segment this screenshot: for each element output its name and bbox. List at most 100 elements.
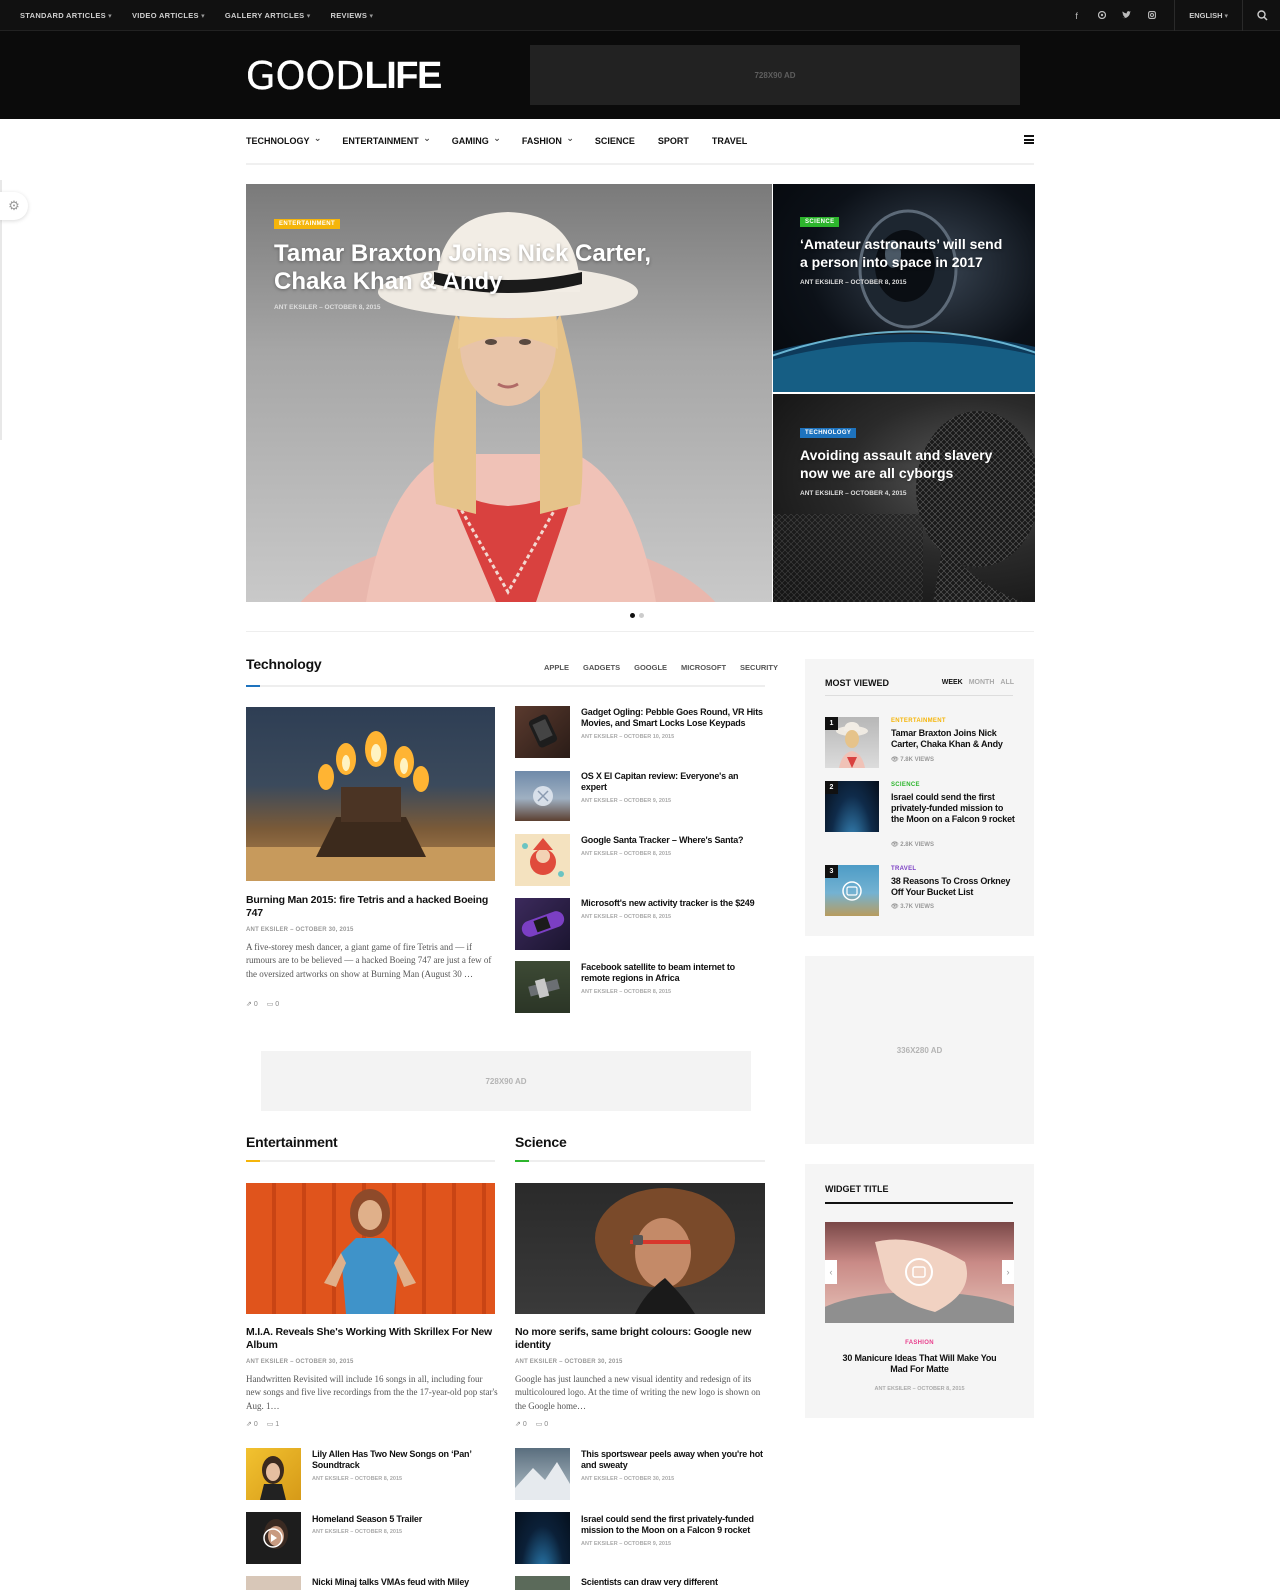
tech-list-title-4[interactable]: Microsoft's new activity tracker is the … (581, 898, 766, 909)
tech-list-thumb-1[interactable] (515, 706, 570, 758)
widget-slider-image[interactable]: ‹ › (825, 1222, 1014, 1323)
top-menu-video-articles[interactable]: VIDEO ARTICLES (132, 11, 205, 20)
science-featured-image[interactable] (515, 1183, 765, 1314)
most-viewed-cat-2[interactable]: SCIENCE (891, 782, 920, 788)
hero-side2-title[interactable]: Avoiding assault and slavery now we are … (800, 447, 1015, 482)
tab-apple[interactable]: APPLE (544, 663, 569, 672)
top-menu-gallery-articles[interactable]: GALLERY ARTICLES (225, 11, 311, 20)
header-ad[interactable]: 728X90 AD (530, 45, 1020, 105)
tab-month[interactable]: MONTH (969, 679, 995, 686)
most-viewed-cat-3[interactable]: TRAVEL (891, 866, 916, 872)
ent-list-title-2[interactable]: Homeland Season 5 Trailer (312, 1514, 492, 1525)
burning-man-image[interactable] (246, 707, 495, 881)
widget-post-title[interactable]: 30 Manicure Ideas That Will Make You Mad… (833, 1353, 1006, 1375)
most-viewed-title-2[interactable]: Israel could send the first privately-fu… (891, 792, 1017, 825)
ent-list-thumb-1[interactable] (246, 1448, 301, 1500)
logo-bold-part: LIFE (364, 54, 443, 97)
tech-list-title-3[interactable]: Google Santa Tracker – Where's Santa? (581, 835, 766, 846)
share-count[interactable]: ⇗ 0 (246, 1420, 258, 1428)
ent-list-title-1[interactable]: Lily Allen Has Two New Songs on ‘Pan’ So… (312, 1449, 492, 1471)
slider-dot-1[interactable] (630, 613, 635, 618)
widget-post-cat[interactable]: FASHION (805, 1340, 1034, 1346)
tab-all[interactable]: ALL (1000, 679, 1014, 686)
sci-list-title-2[interactable]: Israel could send the first privately-fu… (581, 1514, 766, 1536)
slider-dot-2[interactable] (639, 613, 644, 618)
hero-side1-title[interactable]: ‘Amateur astronauts’ will send a person … (800, 236, 1010, 271)
slider-prev-arrow[interactable]: ‹ (825, 1260, 837, 1284)
tab-week[interactable]: WEEK (942, 679, 963, 686)
nav-item-technology[interactable]: TECHNOLOGY (246, 136, 319, 147)
hero-side-slide-2[interactable]: TECHNOLOGY Avoiding assault and slavery … (773, 394, 1035, 602)
hero-main-title[interactable]: Tamar Braxton Joins Nick Carter, Chaka K… (274, 240, 694, 296)
sidebar-ad[interactable]: 336X280 AD (805, 956, 1034, 1144)
most-viewed-title-3[interactable]: 38 Reasons To Cross Orkney Off Your Buck… (891, 876, 1017, 898)
most-viewed-cat-1[interactable]: ENTERTAINMENT (891, 718, 946, 724)
sci-list-title-1[interactable]: This sportswear peels away when you're h… (581, 1449, 766, 1471)
tech-list-thumb-3[interactable] (515, 834, 570, 886)
sci-list-meta-1: ANT EKSILER – OCTOBER 30, 2015 (581, 1476, 675, 1482)
share-count[interactable]: ⇗ 0 (246, 1000, 258, 1008)
ent-list-thumb-2[interactable] (246, 1512, 301, 1564)
tech-list-thumb-5[interactable] (515, 961, 570, 1013)
tech-list-title-1[interactable]: Gadget Ogling: Pebble Goes Round, VR Hit… (581, 707, 766, 729)
entertainment-section-title[interactable]: Entertainment (246, 1134, 338, 1150)
instagram-icon[interactable] (1147, 10, 1156, 21)
category-tag[interactable]: TECHNOLOGY (800, 428, 857, 438)
nav-item-gaming[interactable]: GAMING (452, 136, 499, 147)
sci-list-thumb-1[interactable] (515, 1448, 570, 1500)
category-tag[interactable]: SCIENCE (800, 217, 840, 227)
comment-count[interactable]: ▭ 1 (267, 1420, 279, 1428)
sci-list-thumb-2[interactable] (515, 1512, 570, 1564)
tech-list-title-5[interactable]: Facebook satellite to beam internet to r… (581, 962, 766, 984)
tech-list-title-2[interactable]: OS X El Capitan review: Everyone's an ex… (581, 771, 766, 793)
sci-list-thumb-3[interactable] (515, 1576, 570, 1590)
top-menu-reviews[interactable]: REVIEWS (331, 11, 374, 20)
nav-item-sport[interactable]: SPORT (658, 136, 689, 146)
hero-main-meta: ANT EKSILER – OCTOBER 8, 2015 (274, 304, 381, 311)
nav-item-fashion[interactable]: FASHION (522, 136, 572, 147)
search-button[interactable] (1242, 0, 1280, 31)
nav-item-science[interactable]: SCIENCE (595, 136, 635, 146)
most-viewed-thumb-1[interactable]: 1 (825, 717, 879, 768)
sci-featured-title[interactable]: No more serifs, same bright colours: Goo… (515, 1326, 765, 1352)
language-selector[interactable]: ENGLISH (1174, 0, 1242, 31)
slider-next-arrow[interactable]: › (1002, 1260, 1014, 1284)
inline-ad[interactable]: 728X90 AD (261, 1051, 751, 1111)
tech-list-meta-4: ANT EKSILER – OCTOBER 8, 2015 (581, 914, 672, 920)
most-viewed-thumb-2[interactable]: 2 (825, 781, 879, 832)
science-section-title[interactable]: Science (515, 1134, 567, 1150)
share-count[interactable]: ⇗ 0 (515, 1420, 527, 1428)
site-logo[interactable]: GOOD LIFE (246, 54, 443, 98)
settings-gear-icon[interactable]: ⚙ (0, 192, 28, 220)
nav-item-entertainment[interactable]: ENTERTAINMENT (342, 136, 428, 147)
views-value: 7.8K VIEWS (900, 757, 934, 763)
share-icon: ⇗ (246, 1001, 254, 1008)
hero-side-slide-1[interactable]: SCIENCE ‘Amateur astronauts’ will send a… (773, 184, 1035, 392)
category-tag[interactable]: ENTERTAINMENT (274, 219, 341, 229)
nav-item-travel[interactable]: TRAVEL (712, 136, 747, 146)
ent-list-thumb-3[interactable] (246, 1576, 301, 1590)
sci-list-title-3[interactable]: Scientists can draw very different (581, 1577, 766, 1590)
tab-security[interactable]: SECURITY (740, 663, 778, 672)
hamburger-menu-icon[interactable] (1024, 135, 1034, 144)
comment-count[interactable]: ▭ 0 (267, 1000, 279, 1008)
tech-featured-title[interactable]: Burning Man 2015: fire Tetris and a hack… (246, 894, 495, 920)
twitter-icon[interactable] (1122, 10, 1132, 21)
most-viewed-thumb-3[interactable]: 3 (825, 865, 879, 916)
top-menu-standard-articles[interactable]: STANDARD ARTICLES (20, 11, 112, 20)
tab-microsoft[interactable]: MICROSOFT (681, 663, 726, 672)
facebook-icon[interactable]: f (1072, 11, 1081, 21)
hero-main-slide[interactable]: ENTERTAINMENT Tamar Braxton Joins Nick C… (246, 184, 772, 602)
entertainment-featured-image[interactable] (246, 1183, 495, 1314)
comment-count[interactable]: ▭ 0 (536, 1420, 548, 1428)
ent-list-title-3[interactable]: Nicki Minaj talks VMAs feud with Miley (312, 1577, 492, 1590)
tab-google[interactable]: GOOGLE (634, 663, 667, 672)
most-viewed-title-1[interactable]: Tamar Braxton Joins Nick Carter, Chaka K… (891, 728, 1017, 750)
tab-gadgets[interactable]: GADGETS (583, 663, 620, 672)
tech-list-thumb-4[interactable] (515, 898, 570, 950)
technology-section-title[interactable]: Technology (246, 656, 322, 672)
pinterest-icon[interactable] (1097, 10, 1106, 21)
tech-list-thumb-2[interactable] (515, 771, 570, 821)
ent-featured-title[interactable]: M.I.A. Reveals She's Working With Skrill… (246, 1326, 495, 1352)
tech-list-meta-1: ANT EKSILER – OCTOBER 10, 2015 (581, 734, 675, 740)
